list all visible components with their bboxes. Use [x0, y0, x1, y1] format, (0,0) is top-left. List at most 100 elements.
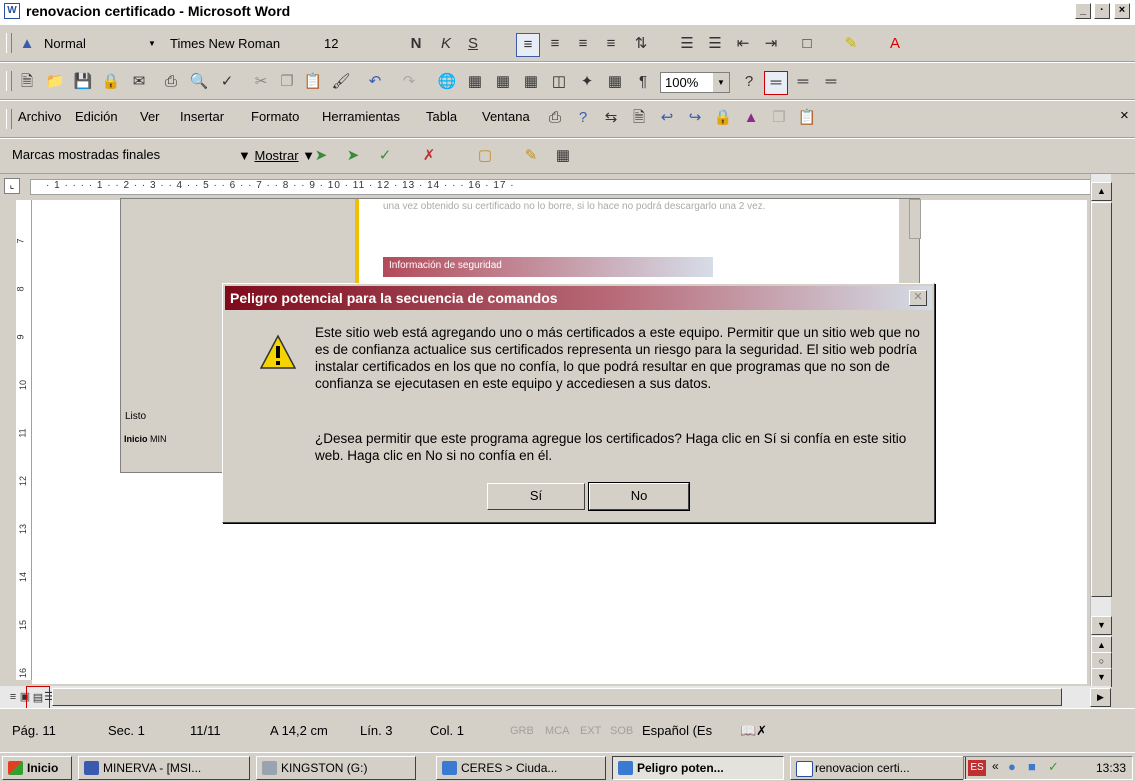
network-icon[interactable]: ● [1008, 759, 1016, 774]
help-icon[interactable]: ? [738, 71, 760, 93]
dialog-caption[interactable]: Peligro potencial para la secuencia de c… [225, 286, 932, 310]
track-changes-icon[interactable]: ✎ [520, 145, 542, 167]
align-right-icon[interactable]: ≡ [572, 33, 594, 55]
columns-icon[interactable]: ◫ [548, 71, 570, 93]
scroll-down-icon[interactable]: ▼ [1091, 616, 1112, 635]
line-double-icon[interactable]: ═ [792, 71, 814, 93]
dialog-close-icon[interactable]: ✕ [909, 290, 927, 306]
open-folder-icon[interactable]: 📁 [44, 71, 66, 93]
font-color-icon[interactable]: A [884, 33, 906, 55]
email-icon[interactable]: ✉ [128, 71, 150, 93]
zoom-combo[interactable]: 100% ▼ [660, 72, 730, 93]
tray-app-icon[interactable]: ■ [1028, 759, 1036, 774]
lock-icon[interactable]: 🔒 [712, 107, 734, 129]
style-combo[interactable]: Normal ▼ [40, 34, 160, 55]
copy-icon[interactable]: ❐ [768, 107, 790, 129]
undo-icon[interactable]: ↶ [364, 71, 386, 93]
menu-herramientas[interactable]: Herramientas [322, 109, 400, 124]
font-size-icon[interactable]: ▲ [740, 107, 762, 129]
language-indicator[interactable]: ES [968, 760, 986, 776]
horizontal-ruler[interactable]: ⌞ · 1 · · · · 1 · · 2 · · 3 · · 4 · · 5 … [0, 174, 1135, 198]
font-combo[interactable]: Times New Roman [166, 34, 316, 55]
print-icon[interactable]: ⎙ [160, 71, 182, 93]
task-ceres[interactable]: CERES > Ciuda... [436, 756, 606, 780]
accept-change-icon[interactable]: ✓ [374, 145, 396, 167]
bold-icon[interactable]: N [405, 33, 427, 55]
print-preview-icon[interactable]: 🔍 [188, 71, 210, 93]
increase-indent-icon[interactable]: ⇥ [760, 33, 782, 55]
toolbar-grip[interactable] [6, 71, 12, 91]
help-icon[interactable]: ? [572, 107, 594, 129]
next-page-icon[interactable]: ▼ [1091, 668, 1112, 687]
task-minerva[interactable]: MINERVA - [MSI... [78, 756, 250, 780]
task-peligro[interactable]: Peligro poten... [612, 756, 784, 780]
format-painter-icon[interactable]: 🖌 [330, 71, 352, 93]
reject-change-icon[interactable]: ✗ [418, 145, 440, 167]
menu-insertar[interactable]: Insertar [180, 109, 224, 124]
close-button[interactable]: × [1114, 3, 1130, 19]
show-menu[interactable]: ▼ Mostrar ▼ [238, 148, 315, 163]
status-ext[interactable]: EXT [580, 725, 601, 737]
comment-icon[interactable]: ▢ [474, 145, 496, 167]
scroll-right-icon[interactable]: ▶ [1090, 688, 1111, 707]
markup-combo[interactable]: Marcas mostradas finales [8, 145, 228, 166]
size-combo[interactable]: 12 [320, 34, 380, 55]
copy-icon[interactable]: ❐ [276, 71, 298, 93]
menu-tabla[interactable]: Tabla [426, 109, 457, 124]
line-thin-icon[interactable]: ═ [820, 71, 842, 93]
reviewing-pane-icon[interactable]: ▦ [552, 145, 574, 167]
paste-icon[interactable]: 📋 [302, 71, 324, 93]
insert-excel-icon[interactable]: ▦ [520, 71, 542, 93]
spelling-icon[interactable]: ✓ [216, 71, 238, 93]
drawing-icon[interactable]: ✦ [576, 71, 598, 93]
paste-icon[interactable]: 📋 [796, 107, 818, 129]
menu-ventana[interactable]: Ventana [482, 109, 530, 124]
hscroll-thumb[interactable] [52, 688, 1062, 706]
forward-icon[interactable]: ↪ [684, 107, 706, 129]
menu-archivo[interactable]: Archivo [18, 109, 61, 124]
toolbar-grip[interactable] [6, 109, 12, 129]
close-document-icon[interactable]: × [1120, 107, 1129, 124]
underline-icon[interactable]: S [462, 33, 484, 55]
menu-formato[interactable]: Formato [251, 109, 299, 124]
line-spacing-icon[interactable]: ⇅ [630, 33, 652, 55]
italic-icon[interactable]: K [435, 33, 457, 55]
start-button[interactable]: Inicio [2, 756, 72, 780]
spelling-status-icon[interactable]: 📖✗ [740, 723, 767, 739]
document-icon[interactable]: 🗎 [628, 107, 650, 129]
decrease-indent-icon[interactable]: ⇤ [732, 33, 754, 55]
permission-icon[interactable]: 🔒 [100, 71, 122, 93]
tables-borders-icon[interactable]: ▦ [464, 71, 486, 93]
highlight-icon[interactable]: ✎ [840, 33, 862, 55]
styles-icon[interactable]: ▲ [16, 33, 38, 55]
minimize-button[interactable]: _ [1075, 3, 1091, 19]
align-left-icon[interactable]: ≡ [516, 33, 540, 57]
menu-ver[interactable]: Ver [140, 109, 160, 124]
justify-icon[interactable]: ≡ [600, 33, 622, 55]
horizontal-scrollbar[interactable]: ≡ ▣ ▤ ☰ ▶ [0, 686, 1111, 710]
task-word[interactable]: renovacion certi... [790, 756, 966, 780]
save-icon[interactable]: 💾 [72, 71, 94, 93]
tray-status-icon[interactable]: ✓ [1048, 759, 1059, 775]
menu-edicion[interactable]: Edición [75, 109, 118, 124]
status-language[interactable]: Español (Es [642, 723, 712, 738]
numbering-icon[interactable]: ☰ [676, 33, 698, 55]
reply-icon[interactable]: ↩ [656, 107, 678, 129]
tab-selector-icon[interactable]: ⌞ [4, 178, 20, 194]
word-icon[interactable]: W [4, 3, 20, 19]
align-center-icon[interactable]: ≡ [544, 33, 566, 55]
toolbar-grip[interactable] [6, 33, 12, 53]
document-map-icon[interactable]: ▦ [604, 71, 626, 93]
cut-icon[interactable]: ✂ [250, 71, 272, 93]
restore-button[interactable]: · [1094, 3, 1110, 19]
bullets-icon[interactable]: ☰ [704, 33, 726, 55]
show-hide-icon[interactable]: ¶ [632, 71, 654, 93]
previous-change-icon[interactable]: ➤ [310, 145, 332, 167]
clock[interactable]: 13:33 [1096, 761, 1126, 775]
status-sob[interactable]: SOB [610, 725, 633, 737]
status-grb[interactable]: GRB [510, 725, 534, 737]
yes-button[interactable]: Sí [487, 483, 585, 510]
new-document-icon[interactable]: 🗎 [16, 71, 38, 93]
hyperlink-icon[interactable]: 🌐 [436, 71, 458, 93]
tray-expand-icon[interactable]: « [992, 759, 999, 773]
